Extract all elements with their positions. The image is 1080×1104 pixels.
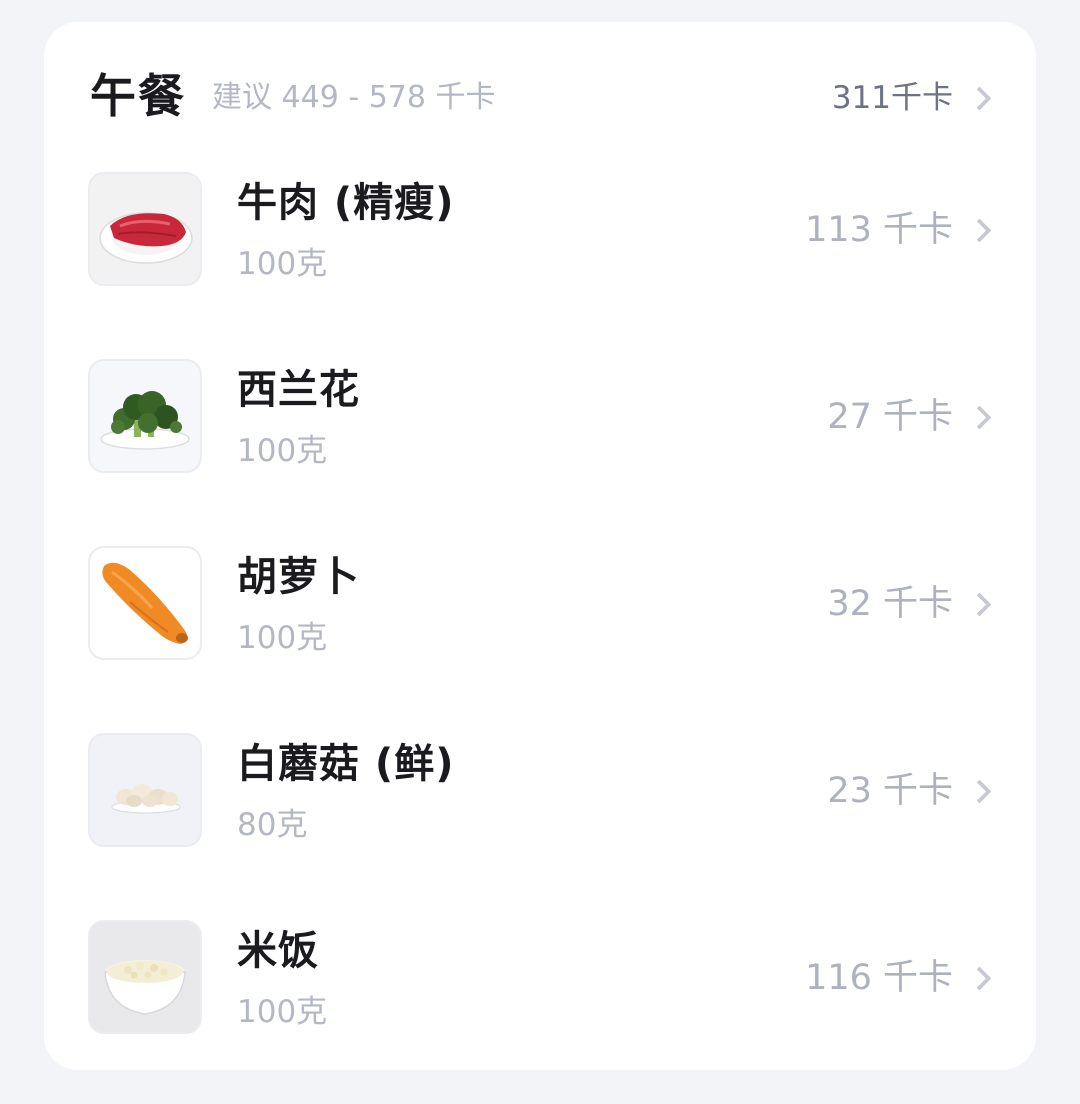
chevron-right-icon [967, 591, 992, 617]
food-name: 米饭 [237, 928, 319, 974]
chevron-right-icon [967, 217, 992, 243]
food-kcal-value: 23 千卡 [827, 771, 953, 811]
food-quantity: 80克 [237, 807, 308, 843]
food-kcal-value: 27 千卡 [827, 397, 953, 437]
meal-total-kcal: 311千卡 [831, 80, 953, 116]
food-kcal-value: 116 千卡 [805, 958, 953, 998]
food-quantity: 100克 [237, 433, 328, 469]
food-item-beef[interactable]: 牛肉 (精瘦) 100克 113 千卡 [44, 172, 1036, 322]
food-quantity: 100克 [237, 994, 328, 1030]
food-kcal-value: 113 千卡 [805, 210, 953, 250]
food-kcal: 113 千卡 [805, 208, 992, 252]
food-quantity: 100克 [237, 246, 328, 282]
chevron-right-icon [967, 778, 992, 804]
calorie-suggestion: 建议 449 - 578 千卡 [212, 80, 496, 115]
meal-total[interactable]: 311千卡 [832, 78, 992, 118]
food-item-rice[interactable]: 米饭 100克 116 千卡 [44, 920, 1036, 1070]
chevron-right-icon [967, 965, 992, 991]
chevron-right-icon [967, 404, 992, 430]
food-kcal: 27 千卡 [827, 395, 992, 439]
food-quantity: 100克 [237, 620, 328, 656]
food-name: 西兰花 [237, 367, 360, 413]
food-kcal: 23 千卡 [827, 769, 992, 813]
food-item-mushroom[interactable]: 白蘑菇 (鲜) 80克 23 千卡 [44, 733, 1036, 883]
food-kcal: 116 千卡 [805, 956, 992, 1000]
meal-header[interactable]: 午餐 建议 449 - 578 千卡 311千卡 [44, 22, 1036, 162]
chevron-right-icon [967, 85, 992, 111]
mushroom-icon [88, 733, 202, 847]
meal-title: 午餐 [90, 69, 186, 123]
food-name: 白蘑菇 (鲜) [237, 741, 455, 787]
carrot-icon [88, 546, 202, 660]
food-kcal: 32 千卡 [827, 582, 992, 626]
lunch-card: 午餐 建议 449 - 578 千卡 311千卡 牛肉 (精瘦) 100克 11… [44, 22, 1036, 1070]
food-name: 胡萝卜 [237, 554, 360, 600]
food-kcal-value: 32 千卡 [827, 584, 953, 624]
food-name: 牛肉 (精瘦) [237, 180, 455, 226]
broccoli-icon [88, 359, 202, 473]
food-item-broccoli[interactable]: 西兰花 100克 27 千卡 [44, 359, 1036, 509]
rice-icon [88, 920, 202, 1034]
beef-icon [88, 172, 202, 286]
food-item-carrot[interactable]: 胡萝卜 100克 32 千卡 [44, 546, 1036, 696]
